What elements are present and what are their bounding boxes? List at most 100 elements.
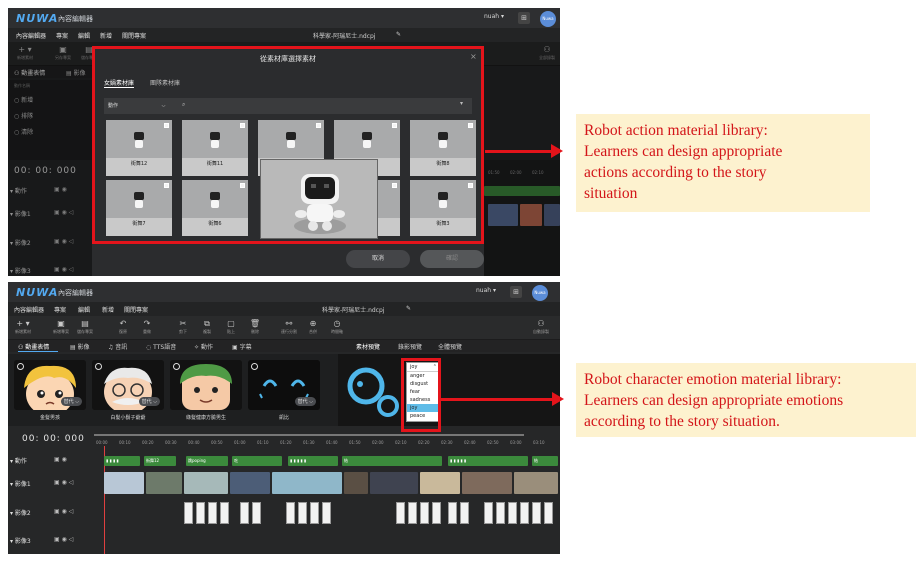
image-clip[interactable] bbox=[322, 502, 331, 524]
track-controls[interactable]: ▣ ◉ ◁ bbox=[54, 536, 73, 543]
image-clip[interactable] bbox=[220, 502, 229, 524]
video-clip[interactable] bbox=[462, 472, 512, 494]
video-clip[interactable] bbox=[272, 472, 342, 494]
image-clip[interactable] bbox=[508, 502, 517, 524]
video-clip[interactable] bbox=[184, 472, 228, 494]
tab-subtitle[interactable]: ▣ 字幕 bbox=[232, 342, 252, 351]
image-clip[interactable] bbox=[496, 502, 505, 524]
menu-item-add[interactable]: 新增 bbox=[100, 31, 112, 40]
timeline-clip[interactable]: 結 bbox=[532, 456, 558, 466]
image-clip[interactable] bbox=[286, 502, 295, 524]
paste-button[interactable]: ▢ 貼上 bbox=[220, 318, 242, 335]
auto-record-button[interactable]: ⚇ 自動錄製 bbox=[530, 318, 552, 335]
character-card[interactable] bbox=[170, 360, 242, 410]
character-card[interactable]: 替代 ⌵ bbox=[248, 360, 320, 410]
avatar[interactable]: Nuwa bbox=[540, 11, 556, 27]
tab-audio[interactable]: ♫ 音訊 bbox=[108, 342, 127, 351]
image-clip[interactable] bbox=[532, 502, 541, 524]
delete-button[interactable]: 🗑 刪除 bbox=[244, 318, 266, 335]
cut-button[interactable]: ✂ 剪下 bbox=[172, 318, 194, 335]
menu-item-editor[interactable]: 內容編輯器 bbox=[16, 31, 46, 40]
swap-button[interactable]: 替代 ⌵ bbox=[138, 397, 160, 406]
timeline-button[interactable]: ◷ 時間軸 bbox=[326, 318, 348, 335]
confirm-button[interactable]: 確認 bbox=[420, 250, 484, 268]
track-controls[interactable]: ▣ ◉ bbox=[54, 456, 67, 463]
character-card[interactable]: 替代 ⌵ bbox=[92, 360, 164, 410]
character-card[interactable]: 替代 ⌵ bbox=[14, 360, 86, 410]
timeline-clip[interactable]: 吃 bbox=[232, 456, 282, 466]
copy-button[interactable]: ⧉ 複製 bbox=[196, 318, 218, 335]
user-menu[interactable]: nuah ▾ bbox=[476, 287, 496, 294]
timeline-clip[interactable]: 結 bbox=[342, 456, 442, 466]
swap-button[interactable]: 替代 ⌵ bbox=[294, 397, 316, 406]
timeline-clip[interactable]: 街舞12 bbox=[144, 456, 176, 466]
select-radio[interactable] bbox=[17, 363, 24, 370]
menu-item-close-project[interactable]: 關閉專案 bbox=[122, 31, 146, 40]
image-clip[interactable] bbox=[184, 502, 193, 524]
track-video3[interactable]: ▾ 影像3 bbox=[10, 536, 31, 545]
image-clip[interactable] bbox=[408, 502, 417, 524]
cancel-button[interactable]: 取消 bbox=[346, 250, 410, 268]
video-clip[interactable] bbox=[344, 472, 368, 494]
menu-item-add[interactable]: 新增 bbox=[102, 305, 114, 314]
redo-button[interactable]: ↷ 重做 bbox=[136, 318, 158, 335]
image-clip[interactable] bbox=[448, 502, 457, 524]
track-video1[interactable]: ▾ 影像1 bbox=[10, 479, 31, 488]
timeline-clip[interactable]: ▮ ▮ ▮ ▮ bbox=[104, 456, 140, 466]
tab-image[interactable]: ▤ 影像 bbox=[70, 342, 90, 351]
new-project-button[interactable]: ▣ 新增專案 bbox=[50, 318, 72, 335]
avatar[interactable]: Nuwa bbox=[532, 285, 548, 301]
image-clip[interactable] bbox=[432, 502, 441, 524]
image-clip[interactable] bbox=[208, 502, 217, 524]
image-clip[interactable] bbox=[310, 502, 319, 524]
tab-full-preview[interactable]: 全體預覽 bbox=[438, 342, 462, 351]
image-clip[interactable] bbox=[520, 502, 529, 524]
tab-material-preview[interactable]: 素材預覽 bbox=[356, 342, 380, 351]
swap-button[interactable]: 替代 ⌵ bbox=[60, 397, 82, 406]
zoom-slider[interactable] bbox=[94, 434, 524, 436]
split-button[interactable]: ⚯ 連行分割 bbox=[278, 318, 300, 335]
image-clip[interactable] bbox=[240, 502, 249, 524]
tab-motion[interactable]: ✧ 動作 bbox=[194, 342, 213, 351]
add-material-button[interactable]: + ▾ 新增素材 bbox=[12, 318, 34, 335]
tab-record-preview[interactable]: 錄影預覽 bbox=[398, 342, 422, 351]
image-clip[interactable] bbox=[396, 502, 405, 524]
apps-grid-icon[interactable]: ⊞ bbox=[510, 286, 522, 298]
rename-pencil-icon[interactable]: ✎ bbox=[406, 305, 411, 312]
video-clip[interactable] bbox=[370, 472, 418, 494]
tab-tts[interactable]: ◌ TTS語音 bbox=[146, 342, 176, 351]
video-clip[interactable] bbox=[514, 472, 558, 494]
image-clip[interactable] bbox=[420, 502, 429, 524]
tab-animation[interactable]: ⚇ 動畫表情 bbox=[18, 342, 49, 351]
image-clip[interactable] bbox=[298, 502, 307, 524]
apps-grid-icon[interactable]: ⊞ bbox=[518, 12, 530, 24]
video-clip[interactable] bbox=[146, 472, 182, 494]
image-clip[interactable] bbox=[460, 502, 469, 524]
select-radio[interactable] bbox=[251, 363, 258, 370]
video-clip[interactable] bbox=[230, 472, 270, 494]
undo-button[interactable]: ↶ 復原 bbox=[112, 318, 134, 335]
track-controls[interactable]: ▣ ◉ ◁ bbox=[54, 479, 73, 486]
save-project-button[interactable]: ▤ 儲存專案 bbox=[74, 318, 96, 335]
menu-item-project[interactable]: 專案 bbox=[54, 305, 66, 314]
menu-item-close-project[interactable]: 關閉專案 bbox=[124, 305, 148, 314]
menu-item-edit[interactable]: 編輯 bbox=[78, 31, 90, 40]
track-video2[interactable]: ▾ 影像2 bbox=[10, 508, 31, 517]
menu-item-project[interactable]: 專案 bbox=[56, 31, 68, 40]
track-motion[interactable]: ▾ 動作 bbox=[10, 456, 27, 465]
timeline-clip[interactable]: 跳poping bbox=[186, 456, 228, 466]
select-radio[interactable] bbox=[173, 363, 180, 370]
merge-button[interactable]: ⊕ 合併 bbox=[302, 318, 324, 335]
menu-item-edit[interactable]: 編輯 bbox=[78, 305, 90, 314]
video-clip[interactable] bbox=[104, 472, 144, 494]
track-controls[interactable]: ▣ ◉ ◁ bbox=[54, 508, 73, 515]
timeline-clip[interactable]: ▮ ▮ ▮ ▮ ▮ bbox=[448, 456, 528, 466]
rename-pencil-icon[interactable]: ✎ bbox=[396, 31, 401, 38]
image-clip[interactable] bbox=[252, 502, 261, 524]
select-radio[interactable] bbox=[95, 363, 102, 370]
image-clip[interactable] bbox=[196, 502, 205, 524]
image-clip[interactable] bbox=[484, 502, 493, 524]
menu-item-editor[interactable]: 內容編輯器 bbox=[14, 305, 44, 314]
timeline-clip[interactable]: ▮ ▮ ▮ ▮ ▮ bbox=[288, 456, 338, 466]
user-menu[interactable]: nuah ▾ bbox=[484, 13, 504, 20]
